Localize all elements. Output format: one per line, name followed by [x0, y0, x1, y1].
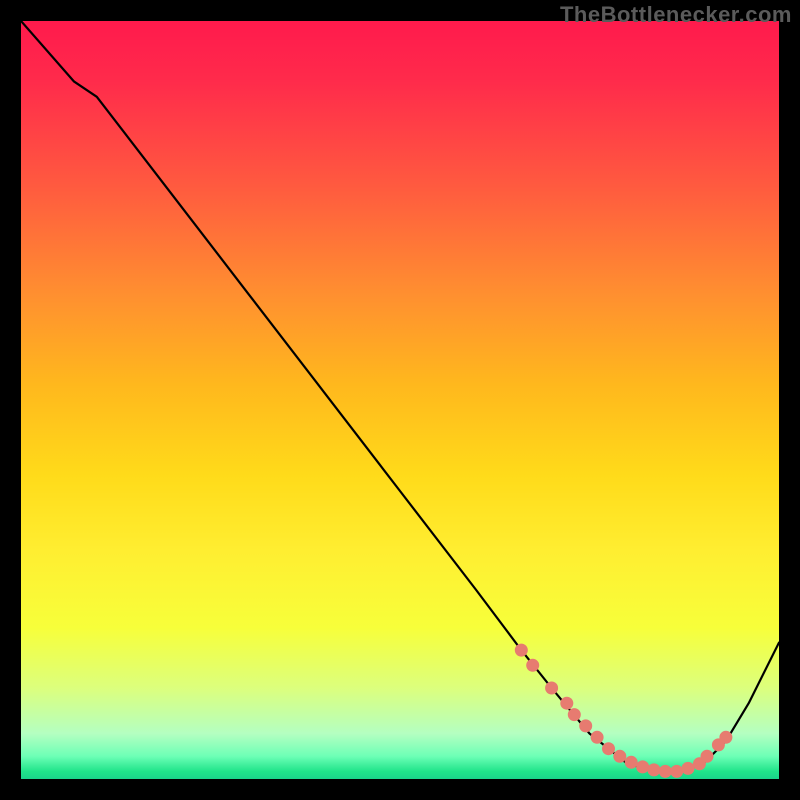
marker-dot: [682, 762, 695, 775]
marker-dot: [515, 644, 528, 657]
watermark-text: TheBottlenecker.com: [560, 2, 792, 28]
marker-dot: [636, 760, 649, 773]
marker-dot: [591, 731, 604, 744]
marker-dot: [670, 765, 683, 778]
marker-dot: [579, 719, 592, 732]
curve-line: [21, 21, 779, 771]
marker-dot: [659, 765, 672, 778]
marker-dot: [701, 750, 714, 763]
marker-dot: [613, 750, 626, 763]
marker-dot: [625, 756, 638, 769]
marker-dot: [560, 697, 573, 710]
marker-dot: [602, 742, 615, 755]
chart-overlay: [21, 21, 779, 779]
chart-frame: TheBottlenecker.com: [0, 0, 800, 800]
marker-dot: [647, 763, 660, 776]
marker-dot: [526, 659, 539, 672]
marker-dot: [568, 708, 581, 721]
marker-dots: [515, 644, 733, 778]
marker-dot: [719, 731, 732, 744]
plot-area: [21, 21, 779, 779]
marker-dot: [545, 682, 558, 695]
